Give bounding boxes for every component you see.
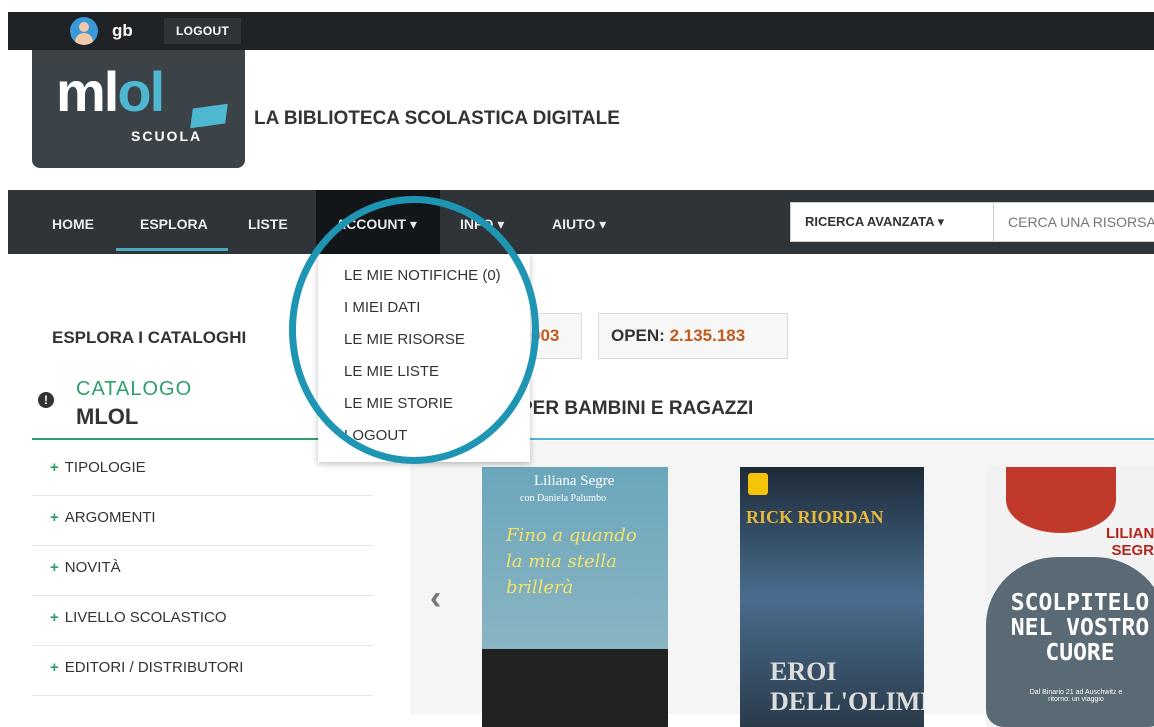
filter-label: NOVITÀ [64, 559, 121, 576]
open-count: 2.135.183 [669, 326, 746, 345]
explore-catalogs-title: ESPLORA I CATALOGHI [52, 328, 247, 347]
site-title: LA BIBLIOTECA SCOLASTICA DIGITALE [254, 108, 620, 129]
search-mode-label: RICERCA AVANZATA [805, 214, 935, 229]
book-coauthor: con Daniela Palumbo [520, 493, 607, 504]
filter-list: + TIPOLOGIE + ARGOMENTI + NOVITÀ + LIVELLO S… [32, 446, 373, 696]
book-cover[interactable]: Liliana Segre con Daniela Palumbo Fino a… [482, 467, 668, 727]
book-author: RICK RIORDAN [746, 507, 884, 527]
book-title: EROI DELL'OLIMPO [770, 657, 924, 716]
logout-button[interactable]: LOGOUT [164, 18, 242, 44]
book-cover[interactable]: RICK RIORDAN EROI DELL'OLIMPO [740, 467, 924, 727]
filter-editori[interactable]: + EDITORI / DISTRIBUTORI [32, 646, 373, 696]
catalog-label: CATALOGO [76, 378, 193, 400]
menu-item-notifiche[interactable]: LE MIE NOTIFICHE (0) [318, 260, 530, 292]
book-author: LILIANA SEGRE [1106, 525, 1154, 559]
filter-label: TIPOLOGIE [64, 459, 146, 476]
section-title: PER BAMBINI E RAGAZZI [520, 398, 754, 419]
nav-esplora[interactable]: ESPLORA [116, 216, 228, 251]
filter-label: LIVELLO SCOLASTICO [64, 609, 227, 626]
tree-illustration [1006, 467, 1116, 533]
publisher-logo [748, 473, 768, 495]
nav-liste[interactable]: LISTE [248, 216, 288, 232]
info-alert-icon[interactable]: ! [38, 392, 54, 408]
logo-subtitle: SCUOLA [131, 128, 203, 144]
advanced-search-dropdown[interactable]: RICERCA AVANZATA ▾ [790, 202, 994, 242]
graduation-cap-icon [190, 103, 228, 129]
nav-home[interactable]: HOME [52, 216, 94, 232]
open-label: OPEN: [611, 326, 665, 345]
book-author: Liliana Segre [534, 473, 615, 489]
plus-icon: + [50, 559, 59, 576]
username[interactable]: gb [112, 21, 133, 41]
menu-item-dati[interactable]: I MIEI DATI [318, 292, 530, 324]
book-cover[interactable]: LILIANA SEGRE SCOLPITELO NEL VOSTRO CUOR… [986, 467, 1154, 727]
menu-item-liste[interactable]: LE MIE LISTE [318, 356, 530, 388]
mlol-scuola-logo[interactable]: mlol SCUOLA [32, 50, 245, 168]
plus-icon: + [50, 659, 59, 676]
filter-novita[interactable]: + NOVITÀ [32, 546, 373, 596]
menu-item-risorse[interactable]: LE MIE RISORSE [318, 324, 530, 356]
main-navbar: HOME ESPLORA LISTE ACCOUNT ▾ INFO ▾ AIUT… [8, 190, 1154, 254]
search-input[interactable] [994, 202, 1154, 242]
book-title: SCOLPITELO NEL VOSTRO CUORE [1010, 590, 1150, 666]
menu-item-logout[interactable]: LOGOUT [318, 420, 530, 452]
nav-info[interactable]: INFO ▾ [460, 216, 504, 233]
filter-label: EDITORI / DISTRIBUTORI [64, 659, 244, 676]
mlol-count: 003 [531, 326, 560, 345]
nav-aiuto[interactable]: AIUTO ▾ [552, 216, 606, 233]
filter-livello-scolastico[interactable]: + LIVELLO SCOLASTICO [32, 596, 373, 646]
open-stat-box: OPEN: 2.135.183 [598, 313, 788, 359]
filter-label: ARGOMENTI [64, 509, 156, 526]
logo-wordmark: mlol [56, 60, 165, 123]
book-carousel: ‹ Liliana Segre con Daniela Palumbo Fino… [410, 441, 1154, 727]
book-title: Fino a quando la mia stella brillerà [506, 525, 637, 598]
top-bar: gb LOGOUT [8, 12, 1154, 50]
nav-account[interactable]: ACCOUNT ▾ [336, 216, 417, 233]
plus-icon: + [50, 509, 59, 526]
plus-icon: + [50, 459, 59, 476]
account-dropdown-menu: LE MIE NOTIFICHE (0) I MIEI DATI LE MIE … [318, 254, 530, 462]
plus-icon: + [50, 609, 59, 626]
chevron-left-icon[interactable]: ‹ [430, 579, 441, 618]
menu-item-storie[interactable]: LE MIE STORIE [318, 388, 530, 420]
catalog-name: MLOL [76, 404, 139, 429]
filter-argomenti[interactable]: + ARGOMENTI [32, 496, 373, 546]
chevron-down-icon: ▾ [937, 214, 945, 229]
user-avatar-icon[interactable] [70, 17, 98, 45]
book-subtitle: Dal Binario 21 ad Auschwitz e ritorno: u… [1029, 689, 1123, 703]
